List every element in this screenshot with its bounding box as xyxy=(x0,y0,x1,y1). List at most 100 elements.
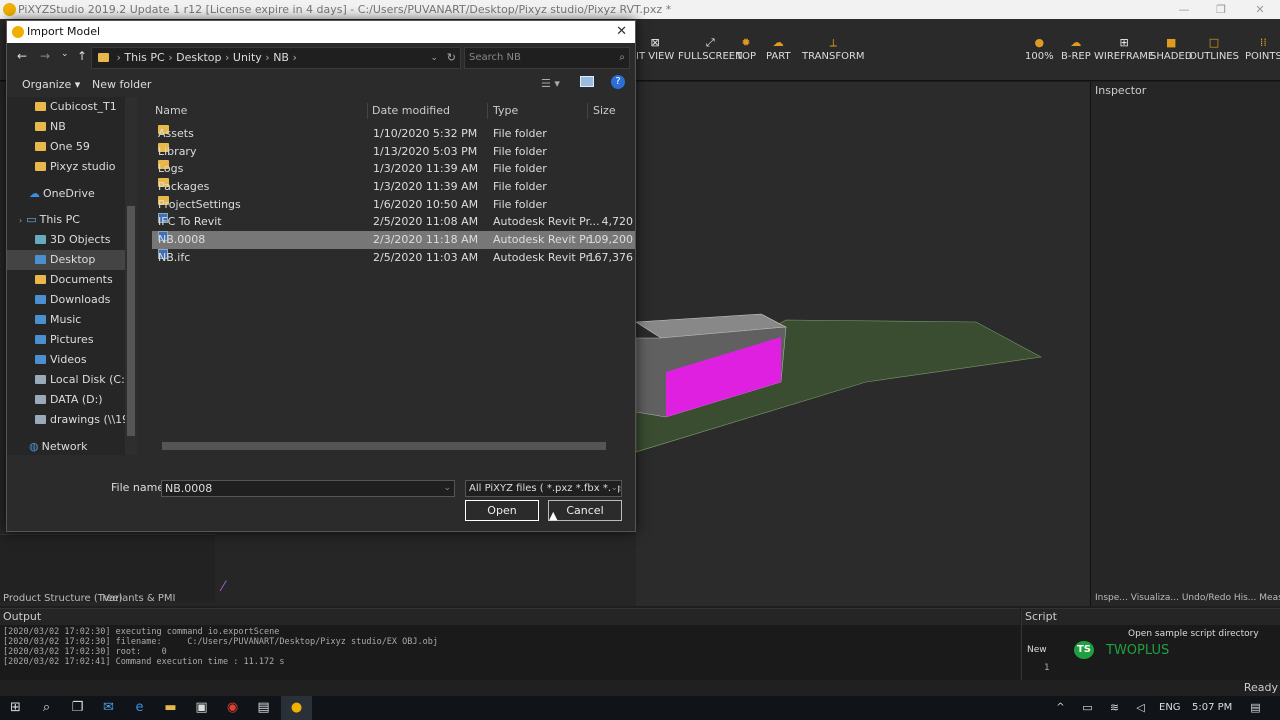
volume-icon[interactable]: ◁ xyxy=(1125,696,1156,720)
help-icon[interactable]: ? xyxy=(611,75,625,89)
toolbar-shaded[interactable]: ■ SHADED xyxy=(1150,35,1192,62)
nav-item-nb[interactable]: NB xyxy=(7,117,125,137)
tab-measure[interactable]: Measure... xyxy=(1259,593,1280,603)
file-type-select[interactable]: All PiXYZ files ( *.pxz *.fbx *.igs * ⌄ xyxy=(465,480,622,497)
mail-icon[interactable]: ✉ xyxy=(93,696,124,720)
notifications-icon[interactable]: ▤ xyxy=(1240,696,1271,720)
search-icon[interactable]: ⌕ xyxy=(31,696,62,720)
watermark-logo-icon: TS xyxy=(1074,641,1094,659)
column-divider[interactable] xyxy=(367,103,368,119)
script-new-tab[interactable]: New xyxy=(1027,645,1047,655)
address-dropdown-icon[interactable]: ⌄ xyxy=(430,48,438,68)
organize-button[interactable]: Organize ▾ xyxy=(22,78,80,91)
open-sample-script-link[interactable]: Open sample script directory xyxy=(1128,629,1259,639)
file-row-nb-ifc[interactable]: NB.ifc 2/5/2020 11:03 AM Autodesk Revit … xyxy=(152,249,635,267)
toolbar-fit-view[interactable]: ⊠ IT VIEW xyxy=(636,35,674,62)
back-arrow-icon[interactable]: ← xyxy=(17,49,27,63)
nav-item-local-disk[interactable]: Local Disk (C:) xyxy=(7,370,125,390)
file-row-library[interactable]: Library 1/13/2020 5:03 PM File folder xyxy=(152,143,635,161)
view-options-icon[interactable]: ☰ ▾ xyxy=(541,77,560,90)
store-icon[interactable]: ▣ xyxy=(186,696,217,720)
chrome-icon[interactable]: ◉ xyxy=(217,696,248,720)
column-header-type[interactable]: Type xyxy=(493,101,518,121)
toolbar-outlines[interactable]: □ OUTLINES xyxy=(1189,35,1239,62)
3d-viewport[interactable] xyxy=(635,82,1090,606)
breadcrumb-unity[interactable]: Unity xyxy=(233,51,262,64)
file-row-nb-0008[interactable]: NB.0008 2/3/2020 11:18 AM Autodesk Revit… xyxy=(152,231,635,249)
column-header-size[interactable]: Size xyxy=(593,101,616,121)
zoom-icon: ● xyxy=(1034,36,1045,49)
nav-item-documents[interactable]: Documents xyxy=(7,270,125,290)
horizontal-scrollbar-thumb[interactable] xyxy=(162,442,606,450)
nav-item-cubicost[interactable]: Cubicost_T1 xyxy=(7,97,125,117)
nav-item-data-drive[interactable]: DATA (D:) xyxy=(7,390,125,410)
file-row-packages[interactable]: Packages 1/3/2020 11:39 AM File folder xyxy=(152,178,635,196)
maximize-icon[interactable]: ❐ xyxy=(1203,0,1239,19)
file-row-ifc-to-revit[interactable]: IFC To Revit 2/5/2020 11:08 AM Autodesk … xyxy=(152,213,635,231)
file-row-assets[interactable]: Assets 1/10/2020 5:32 PM File folder xyxy=(152,125,635,143)
column-header-name[interactable]: Name xyxy=(155,101,187,121)
file-explorer-icon[interactable]: ▬ xyxy=(155,696,186,720)
expand-chevron-icon[interactable]: › xyxy=(19,216,22,225)
breadcrumb-desktop[interactable]: Desktop xyxy=(176,51,221,64)
close-app-icon[interactable]: ✕ xyxy=(1242,0,1278,19)
toolbar-points[interactable]: ⁞⁞ POINTS xyxy=(1245,35,1280,62)
tab-inspector[interactable]: Inspe... xyxy=(1095,593,1128,603)
log-line: [2020/03/02 17:02:41] Command execution … xyxy=(3,657,285,667)
app-window-icon[interactable]: ▤ xyxy=(248,696,279,720)
nav-item-videos[interactable]: Videos xyxy=(7,350,125,370)
breadcrumb-this-pc[interactable]: This PC xyxy=(124,51,164,64)
tab-variants-pmi[interactable]: Variants & PMI xyxy=(103,593,175,604)
start-windows-icon[interactable]: ⊞ xyxy=(0,696,31,720)
nav-scrollbar-thumb[interactable] xyxy=(127,206,135,436)
task-view-icon[interactable]: ❐ xyxy=(62,696,93,720)
file-row-projectsettings[interactable]: ProjectSettings 1/6/2020 10:50 AM File f… xyxy=(152,196,635,214)
nav-item-pictures[interactable]: Pictures xyxy=(7,330,125,350)
breadcrumb-nb[interactable]: NB xyxy=(273,51,289,64)
nav-item-drawings[interactable]: drawings (\\192.1 xyxy=(7,410,125,430)
refresh-icon[interactable]: ↻ xyxy=(447,48,456,68)
pixyz-taskbar-icon[interactable]: ● xyxy=(281,696,312,720)
minimize-icon[interactable]: — xyxy=(1166,0,1202,19)
forward-arrow-icon[interactable]: → xyxy=(40,49,50,63)
log-line: [2020/03/02 17:02:30] filename: C:/Users… xyxy=(3,637,438,647)
language-indicator[interactable]: ENG xyxy=(1159,702,1181,713)
address-bar[interactable]: › This PC › Desktop › Unity › NB › ⌄ ↻ xyxy=(91,47,461,69)
nav-item-onedrive[interactable]: ☁ OneDrive xyxy=(7,184,125,204)
search-input[interactable]: Search NB ⌕ xyxy=(464,47,630,69)
nav-item-this-pc[interactable]: › ▭ This PC xyxy=(7,210,125,230)
toolbar-zoom[interactable]: ● 100% xyxy=(1025,35,1054,62)
file-name-dropdown-icon[interactable]: ⌄ xyxy=(443,481,451,496)
new-folder-button[interactable]: New folder xyxy=(92,78,151,91)
toolbar-fullscreen[interactable]: ⤢ FULLSCREEN xyxy=(678,35,743,62)
nav-item-pixyz-studio[interactable]: Pixyz studio xyxy=(7,157,125,177)
file-row-logs[interactable]: Logs 1/3/2020 11:39 AM File folder xyxy=(152,160,635,178)
preview-pane-icon[interactable] xyxy=(580,76,594,87)
nav-item-music[interactable]: Music xyxy=(7,310,125,330)
column-divider[interactable] xyxy=(587,103,588,119)
toolbar-part[interactable]: ☁ PART xyxy=(766,35,791,62)
up-arrow-icon[interactable]: ↑ xyxy=(77,49,87,63)
open-button[interactable]: Open xyxy=(465,500,539,521)
cancel-button[interactable]: Cancel xyxy=(548,500,622,521)
nav-item-downloads[interactable]: Downloads xyxy=(7,290,125,310)
tab-undo-redo[interactable]: Undo/Redo His... xyxy=(1182,593,1257,603)
nav-item-one59[interactable]: One 59 xyxy=(7,137,125,157)
nav-item-network[interactable]: ◍ Network xyxy=(7,437,125,457)
recent-locations-chevron-icon[interactable]: ⌄ xyxy=(61,49,69,59)
column-divider[interactable] xyxy=(487,103,488,119)
nav-item-3d-objects[interactable]: 3D Objects xyxy=(7,230,125,250)
file-type: File folder xyxy=(493,162,547,175)
file-name-input[interactable]: NB.0008 ⌄ xyxy=(161,480,455,497)
toolbar-top[interactable]: ✹ TOP xyxy=(736,35,756,62)
nav-item-desktop[interactable]: Desktop xyxy=(7,250,125,270)
toolbar-wireframe[interactable]: ⊞ WIREFRAME xyxy=(1094,35,1154,62)
tab-visualization[interactable]: Visualiza... xyxy=(1131,593,1179,603)
clock[interactable]: 5:07 PM xyxy=(1192,702,1232,713)
dialog-close-icon[interactable]: ✕ xyxy=(616,21,627,43)
building-model-render xyxy=(635,313,1042,453)
toolbar-transform[interactable]: ⟂ TRANSFORM xyxy=(802,35,865,62)
toolbar-brep[interactable]: ☁ B-REP xyxy=(1061,35,1091,62)
edge-icon[interactable]: e xyxy=(124,696,155,720)
column-header-date[interactable]: Date modified xyxy=(372,101,450,121)
